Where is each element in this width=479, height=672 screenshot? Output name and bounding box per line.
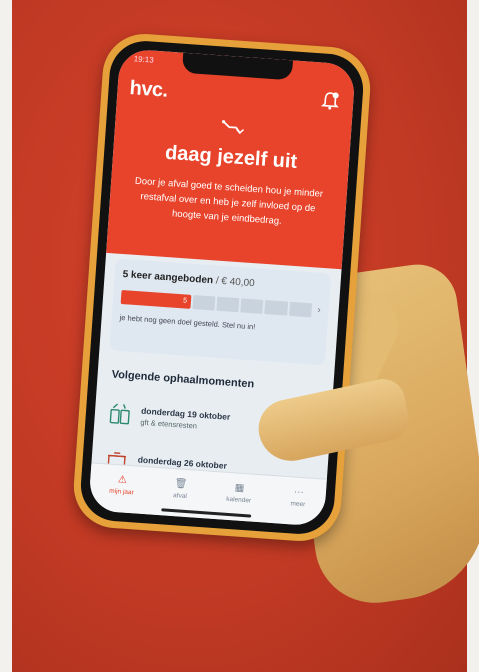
tab-meer[interactable]: ··· meer <box>290 486 306 509</box>
offer-card[interactable]: 5 keer aangeboden / € 40,00 5 › je hebt … <box>109 258 332 366</box>
calendar-icon: ▦ <box>234 482 245 495</box>
right-border <box>467 0 479 672</box>
progress-segment <box>240 298 264 314</box>
trash-icon: 🗑 <box>174 478 188 491</box>
offer-summary: 5 keer aangeboden / € 40,00 <box>122 269 322 294</box>
tab-afval[interactable]: 🗑 afval <box>173 478 188 500</box>
tab-kalender[interactable]: ▦ kalender <box>225 482 252 505</box>
progress-segment <box>216 296 240 313</box>
bell-icon[interactable] <box>320 90 340 111</box>
hero-description: Door je afval goed te scheiden hou je mi… <box>134 175 324 227</box>
hero-section: 19:13 hvc. daag jezelf uit Door je afval… <box>106 48 356 270</box>
phone: 19:13 hvc. daag jezelf uit Door je afval… <box>71 31 373 544</box>
progress-segment <box>264 300 288 316</box>
progress-fill: 5 <box>120 290 192 309</box>
tab-label: meer <box>290 500 306 509</box>
progress-segment <box>288 301 312 318</box>
brand-logo: hvc. <box>128 77 169 102</box>
challenge-arrow-icon <box>221 120 244 134</box>
hero-title: daag jezelf uit <box>164 141 298 173</box>
gft-bin-icon <box>109 403 130 425</box>
pickups-title: Volgende ophaalmomenten <box>111 368 255 391</box>
left-border <box>0 0 12 672</box>
tab-mijn-jaar[interactable]: ⚠ mijn jaar <box>109 474 135 497</box>
chevron-right-icon[interactable]: › <box>317 304 321 318</box>
tab-label: afval <box>172 492 188 501</box>
offer-count: 5 keer aangeboden <box>122 269 214 287</box>
tab-label: mijn jaar <box>109 487 135 497</box>
progress-segment <box>192 295 216 311</box>
phone-bezel: 19:13 hvc. daag jezelf uit Door je afval… <box>78 38 366 537</box>
status-time: 19:13 <box>133 54 155 65</box>
offer-price: / € 40,00 <box>215 275 256 290</box>
warning-icon: ⚠ <box>117 474 128 486</box>
more-icon: ··· <box>293 486 305 499</box>
tab-label: kalender <box>225 495 252 505</box>
